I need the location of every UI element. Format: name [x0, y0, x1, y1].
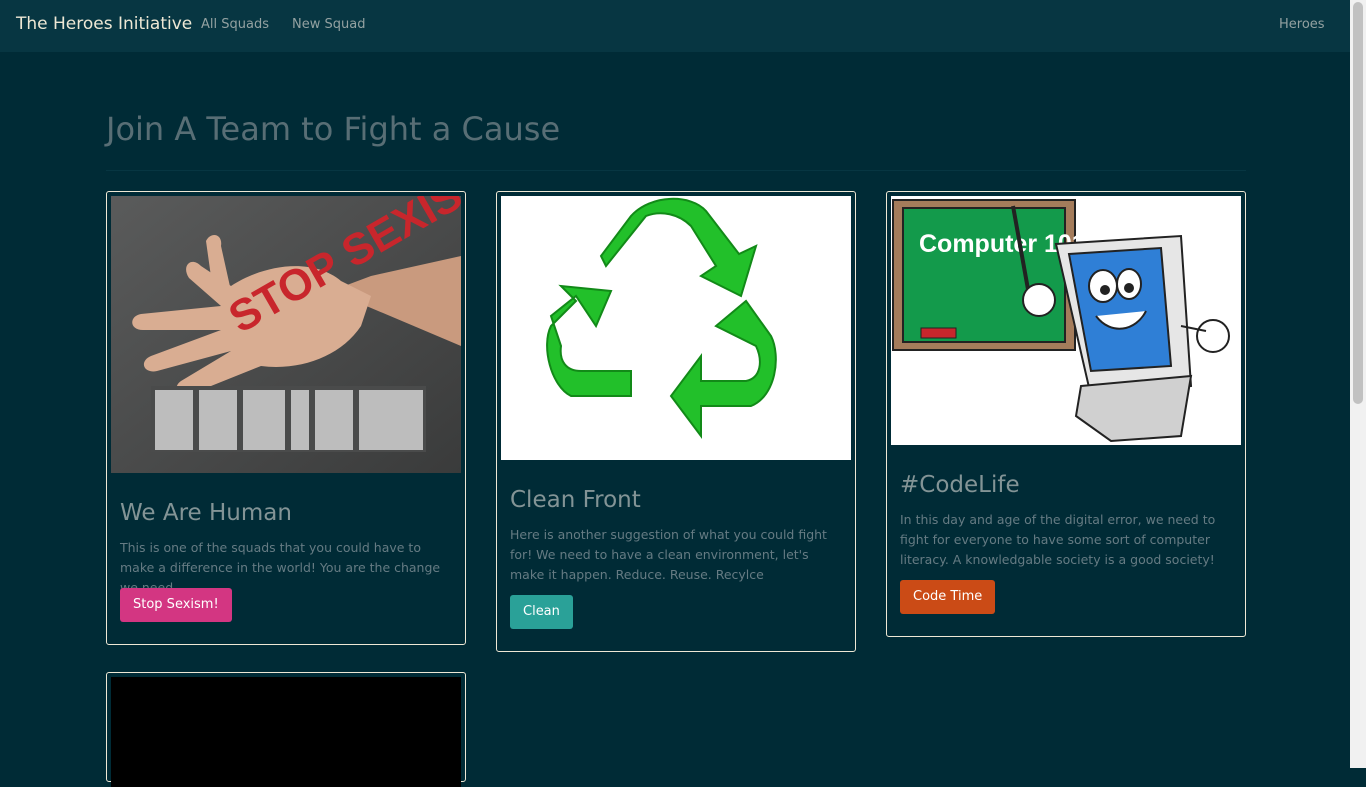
squad-description: Here is another suggestion of what you c… [510, 527, 827, 582]
squad-image-computer-101: Computer 101 [891, 196, 1241, 445]
squad-title: Clean Front [510, 487, 641, 513]
recycle-icon [501, 196, 851, 460]
page-title: Join A Team to Fight a Cause [106, 110, 561, 148]
scrollbar-thumb[interactable] [1353, 2, 1363, 404]
squad-card-codelife: Computer 101 #CodeLife In this day and a… [886, 191, 1246, 637]
navbar: The Heroes Initiative All Squads New Squ… [0, 0, 1350, 52]
computer-101-cartoon: Computer 101 [891, 196, 1241, 445]
squad-image-recycle [501, 196, 851, 460]
squad-description: In this day and age of the digital error… [900, 512, 1216, 567]
title-divider [106, 170, 1246, 171]
stop-sexism-hand-image: STOP SEXISM [111, 196, 461, 473]
squad-image-dark [111, 677, 461, 787]
page-scrollbar[interactable] [1350, 0, 1366, 768]
squad-card-partial [106, 672, 466, 787]
stop-sexism-button[interactable]: Stop Sexism! [120, 588, 232, 622]
squad-card-we-are-human: STOP SEXISM We Are Human This is one of … [106, 191, 466, 645]
nav-new-squad[interactable]: New Squad [292, 17, 365, 32]
clean-button[interactable]: Clean [510, 595, 573, 629]
brand-link[interactable]: The Heroes Initiative [16, 14, 192, 34]
squad-title: We Are Human [120, 500, 292, 526]
code-time-button[interactable]: Code Time [900, 580, 996, 614]
squad-card-clean-front: Clean Front Here is another suggestion o… [496, 191, 856, 652]
squad-title: #CodeLife [900, 472, 1020, 498]
nav-all-squads[interactable]: All Squads [201, 17, 269, 32]
squad-image-stop-sexism: STOP SEXISM [111, 196, 461, 473]
nav-heroes[interactable]: Heroes [1279, 17, 1325, 32]
